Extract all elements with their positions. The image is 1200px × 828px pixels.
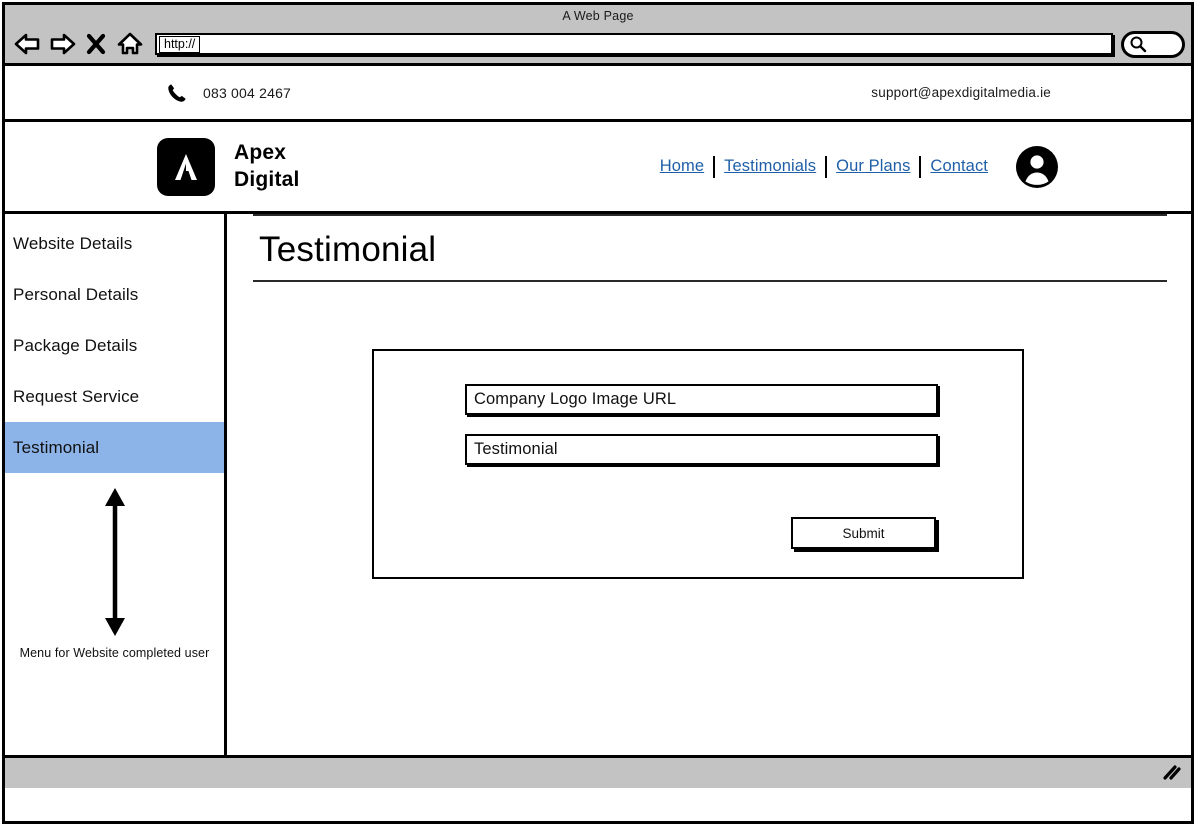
logo-mark-icon [157, 137, 215, 196]
sidebar-item-package-details[interactable]: Package Details [5, 320, 224, 371]
main-panel: Testimonial Company Logo Image URL Testi… [227, 214, 1191, 784]
status-bar [5, 755, 1191, 788]
sidebar-annotation: Menu for Website completed user [5, 486, 224, 660]
content-area: Website Details Personal Details Package… [5, 214, 1191, 784]
browser-window: A Web Page http:// 083 004 2467 support@… [2, 2, 1194, 824]
double-headed-vertical-arrow-icon [104, 488, 125, 636]
submit-button[interactable]: Submit [791, 517, 936, 549]
stop-x-icon[interactable] [81, 29, 111, 59]
user-avatar-icon[interactable] [1015, 145, 1059, 189]
search-button[interactable] [1121, 30, 1185, 58]
resize-grip-icon[interactable] [1161, 764, 1181, 782]
sidebar-item-personal-details[interactable]: Personal Details [5, 269, 224, 320]
site-header: Apex Digital Home Testimonials Our Plans… [5, 122, 1191, 214]
nav-link-testimonials[interactable]: Testimonials [715, 157, 825, 176]
page-body: 083 004 2467 support@apexdigitalmedia.ie… [5, 66, 1191, 788]
testimonial-text-input[interactable]: Testimonial [465, 434, 938, 465]
sidebar-annotation-caption: Menu for Website completed user [19, 646, 210, 660]
url-text: http:// [159, 35, 201, 53]
search-icon [1130, 36, 1147, 53]
brand-line-2: Digital [234, 167, 300, 191]
brand-name: Apex Digital [234, 140, 300, 194]
page-title: Testimonial [259, 230, 437, 269]
nav-link-contact[interactable]: Contact [921, 157, 997, 176]
sidebar-menu: Website Details Personal Details Package… [5, 214, 227, 784]
title-rule-bottom [253, 280, 1167, 282]
support-email: support@apexdigitalmedia.ie [871, 85, 1051, 100]
back-arrow-icon[interactable] [13, 29, 43, 59]
sidebar-item-request-service[interactable]: Request Service [5, 371, 224, 422]
brand-line-1: Apex [234, 140, 287, 164]
nav-link-home[interactable]: Home [651, 157, 713, 176]
forward-arrow-icon[interactable] [47, 29, 77, 59]
phone-number: 083 004 2467 [203, 84, 292, 101]
main-nav: Home Testimonials Our Plans Contact [651, 145, 1059, 189]
testimonial-form-card: Company Logo Image URL Testimonial Submi… [372, 349, 1024, 579]
sidebar-item-website-details[interactable]: Website Details [5, 218, 224, 269]
sidebar-item-testimonial[interactable]: Testimonial [5, 422, 224, 473]
browser-chrome: A Web Page http:// [5, 5, 1191, 66]
nav-link-our-plans[interactable]: Our Plans [827, 157, 919, 176]
url-input[interactable]: http:// [155, 33, 1113, 55]
phone-block: 083 004 2467 [165, 81, 291, 105]
browser-toolbar: http:// [13, 27, 1185, 61]
company-logo-url-input[interactable]: Company Logo Image URL [465, 384, 938, 415]
window-title: A Web Page [562, 9, 634, 23]
phone-icon [168, 83, 186, 102]
home-icon[interactable] [115, 29, 145, 59]
brand-logo[interactable]: Apex Digital [157, 137, 300, 196]
contact-bar: 083 004 2467 support@apexdigitalmedia.ie [5, 66, 1191, 122]
